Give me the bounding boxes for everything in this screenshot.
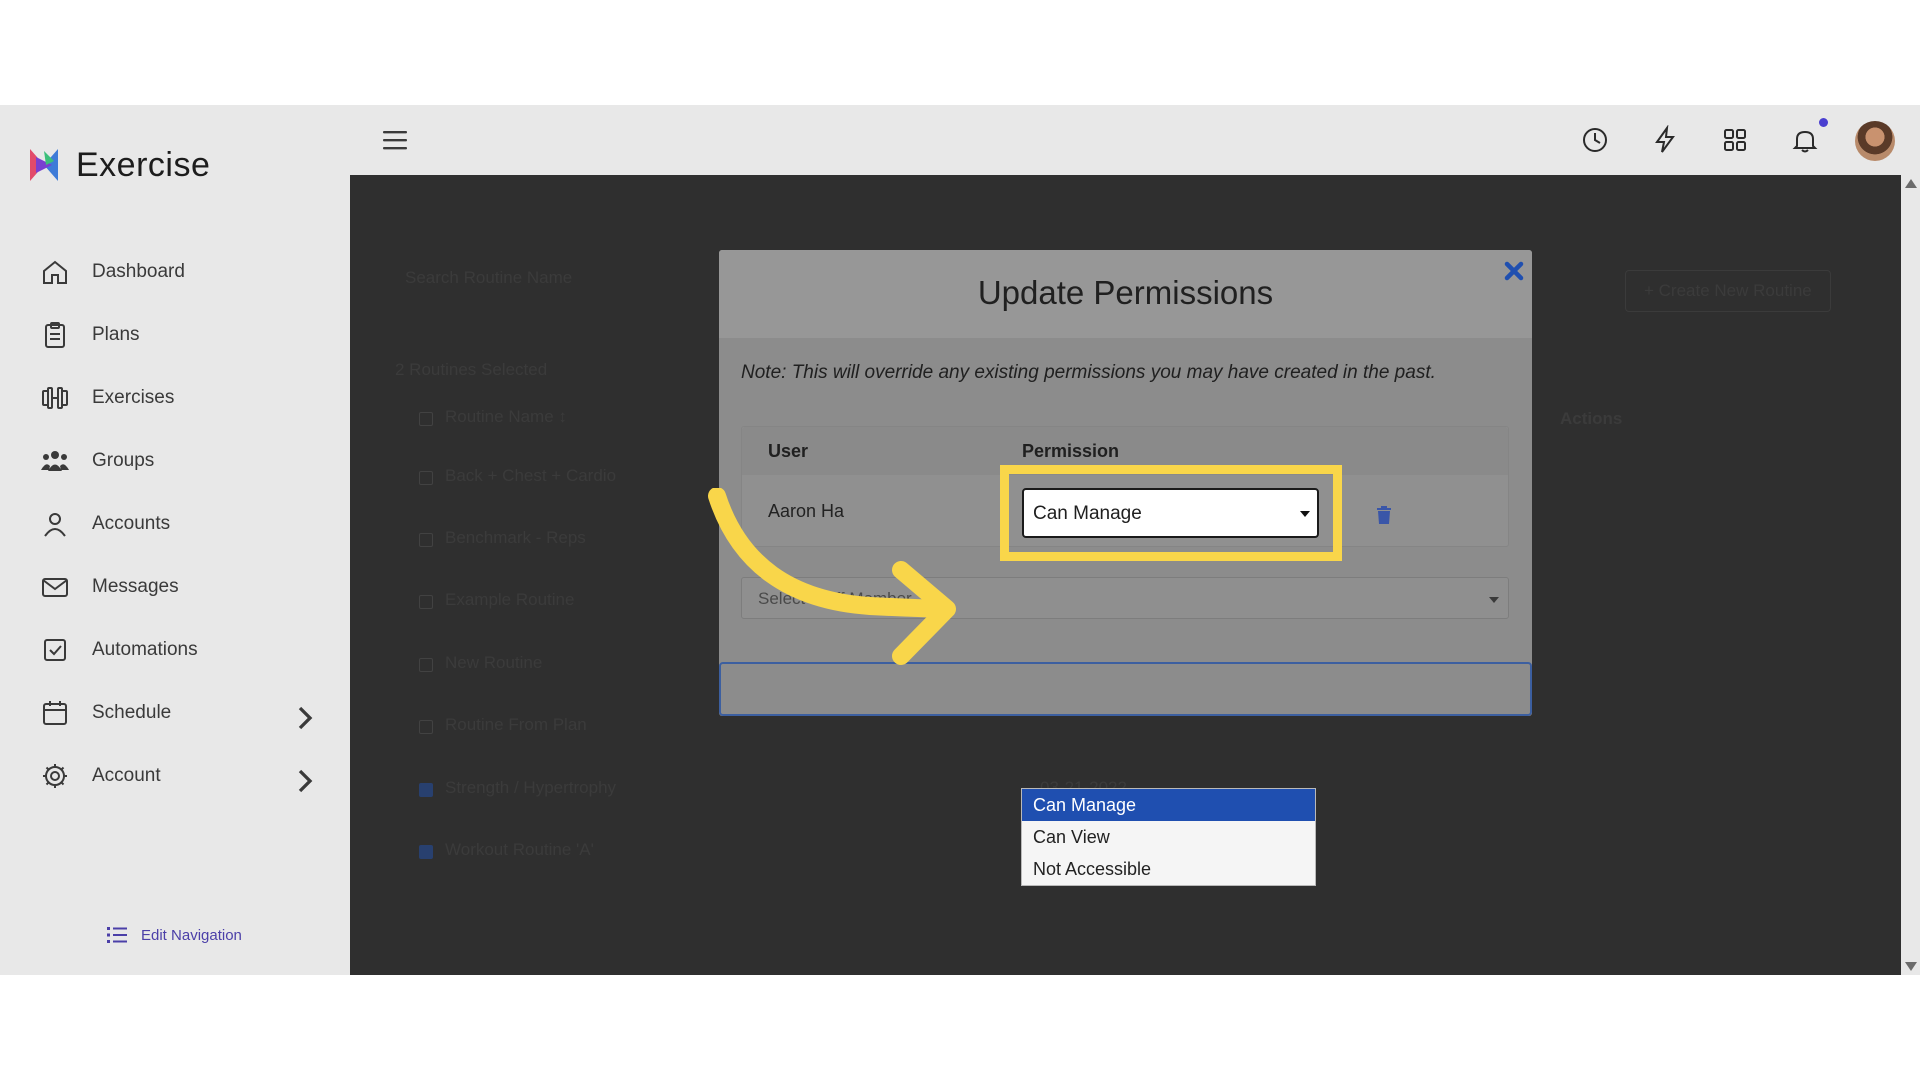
- table-row[interactable]: Strength / Hypertrophy: [445, 778, 616, 798]
- app-window: Exercise Dashboard Plans Exercises Group…: [0, 105, 1920, 975]
- top-bar: [350, 105, 1920, 175]
- sidebar-item-label: Messages: [92, 575, 179, 597]
- column-actions: Actions: [1560, 409, 1623, 428]
- sidebar-item-label: Exercises: [92, 386, 175, 408]
- table-row[interactable]: Routine Name ↕: [445, 407, 567, 427]
- column-permission: Permission: [1022, 441, 1120, 461]
- sidebar-item-automations[interactable]: Automations: [0, 618, 350, 681]
- option-can-view[interactable]: Can View: [1022, 821, 1315, 853]
- home-icon: [43, 260, 67, 284]
- sidebar: Exercise Dashboard Plans Exercises Group…: [0, 105, 350, 975]
- sidebar-nav: Dashboard Plans Exercises Groups Account…: [0, 240, 350, 807]
- page-scrollbar[interactable]: [1901, 175, 1920, 975]
- sidebar-item-label: Accounts: [92, 512, 171, 534]
- clipboard-icon: [45, 321, 65, 348]
- table-row[interactable]: Benchmark - Reps: [445, 528, 586, 548]
- sidebar-item-exercises[interactable]: Exercises: [0, 366, 350, 429]
- table-row[interactable]: Routine From Plan: [445, 715, 587, 735]
- table-row[interactable]: Example Routine: [445, 590, 574, 610]
- logo[interactable]: Exercise: [24, 145, 210, 185]
- row-checkbox-checked[interactable]: [419, 783, 433, 797]
- row-checkbox[interactable]: [419, 720, 433, 734]
- chevron-down-icon: [1300, 511, 1310, 517]
- permission-select[interactable]: Can Manage: [1022, 488, 1319, 538]
- column-user: User: [768, 441, 809, 461]
- sidebar-item-accounts[interactable]: Accounts: [0, 492, 350, 555]
- notification-dot: [1819, 118, 1828, 127]
- lightning-icon[interactable]: [1650, 125, 1680, 155]
- selected-count: 2 Routines Selected: [395, 360, 548, 379]
- sidebar-item-messages[interactable]: Messages: [0, 555, 350, 618]
- row-checkbox[interactable]: [419, 533, 433, 547]
- row-checkbox-checked[interactable]: [419, 845, 433, 859]
- sidebar-item-dashboard[interactable]: Dashboard: [0, 240, 350, 303]
- row-checkbox[interactable]: [419, 412, 433, 426]
- edit-navigation-label: Edit Navigation: [141, 926, 242, 944]
- scroll-up-arrow[interactable]: [1905, 179, 1917, 188]
- pointer-arrow-icon: [708, 488, 956, 665]
- chevron-down-icon: [1489, 597, 1499, 603]
- edit-navigation-link[interactable]: Edit Navigation: [105, 923, 242, 947]
- modal-title: Update Permissions: [977, 274, 1274, 311]
- option-not-accessible[interactable]: Not Accessible: [1022, 853, 1315, 885]
- create-routine-button[interactable]: + Create New Routine: [1625, 270, 1831, 312]
- row-checkbox[interactable]: [419, 595, 433, 609]
- table-row[interactable]: Workout Routine 'A': [445, 840, 594, 860]
- option-can-manage[interactable]: Can Manage: [1022, 789, 1315, 821]
- permission-select-value: Can Manage: [1033, 503, 1142, 524]
- person-icon: [44, 512, 66, 537]
- sidebar-item-label: Groups: [92, 449, 155, 471]
- envelope-icon: [42, 577, 68, 597]
- search-input[interactable]: Search Routine Name: [405, 268, 572, 288]
- sidebar-item-label: Plans: [92, 323, 140, 345]
- chevron-right-icon: [298, 706, 313, 730]
- close-icon[interactable]: [1503, 260, 1525, 282]
- list-icon: [107, 927, 127, 943]
- trash-icon[interactable]: [1375, 505, 1393, 525]
- row-checkbox[interactable]: [419, 658, 433, 672]
- clock-icon[interactable]: [1580, 125, 1610, 155]
- row-checkbox[interactable]: [419, 471, 433, 485]
- table-row[interactable]: Back + Chest + Cardio: [445, 466, 616, 486]
- sidebar-item-label: Account: [92, 764, 161, 786]
- avatar[interactable]: [1855, 121, 1895, 161]
- sidebar-item-schedule[interactable]: Schedule: [0, 681, 350, 744]
- sidebar-item-plans[interactable]: Plans: [0, 303, 350, 366]
- sidebar-item-account[interactable]: Account: [0, 744, 350, 807]
- scroll-down-arrow[interactable]: [1905, 962, 1917, 971]
- modal-header: Update Permissions: [719, 250, 1532, 338]
- gear-icon: [43, 763, 67, 788]
- group-icon: [41, 450, 69, 471]
- hamburger-menu-icon[interactable]: [382, 128, 408, 152]
- sidebar-item-label: Dashboard: [92, 260, 185, 282]
- calendar-icon: [43, 700, 67, 725]
- checkbox-icon: [44, 638, 66, 661]
- modal-footer: [719, 662, 1532, 716]
- chevron-right-icon: [298, 769, 313, 793]
- app-name: Exercise: [76, 145, 211, 184]
- bell-icon[interactable]: [1790, 125, 1820, 155]
- modal-note: Note: This will override any existing pe…: [741, 362, 1436, 383]
- sidebar-item-groups[interactable]: Groups: [0, 429, 350, 492]
- logo-mark-icon: [30, 149, 58, 181]
- table-row[interactable]: New Routine: [445, 653, 542, 673]
- permission-options-list: Can Manage Can View Not Accessible: [1021, 788, 1316, 886]
- sidebar-item-label: Schedule: [92, 701, 172, 723]
- sidebar-item-label: Automations: [92, 638, 198, 660]
- apps-grid-icon[interactable]: [1720, 125, 1750, 155]
- dumbbell-icon: [42, 386, 68, 409]
